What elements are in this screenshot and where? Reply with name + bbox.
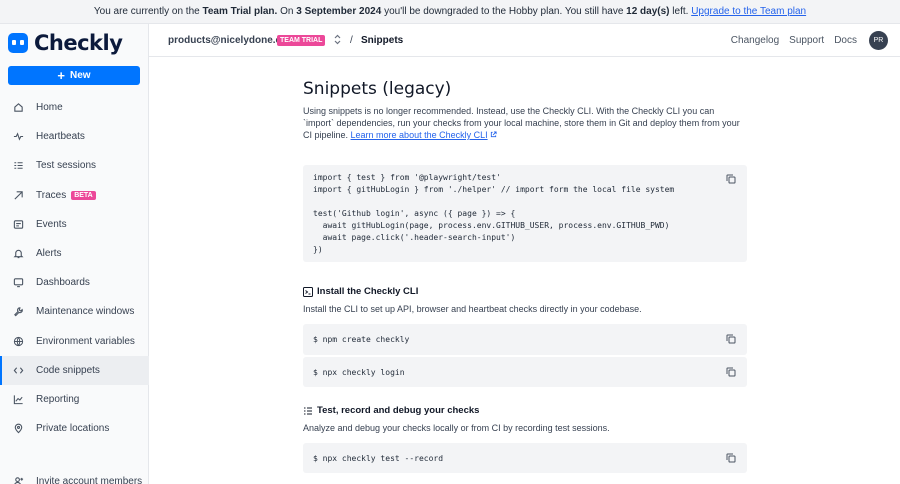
team-trial-badge: TEAM TRIAL — [277, 35, 326, 46]
banner-text-1: You are currently on the — [93, 6, 203, 17]
code-line: await gitHubLogin(page, process.env.GITH… — [313, 221, 670, 230]
sidebar-item-code-snippets[interactable]: Code snippets — [0, 355, 149, 386]
banner-text-2: On — [277, 6, 297, 17]
logo-text: Checkly — [34, 31, 123, 55]
code-line: await page.click('.header-search-input') — [313, 233, 516, 242]
test-description: Analyze and debug your checks locally or… — [303, 423, 610, 433]
banner-text-3: you'll be downgraded to the Hobby plan. … — [381, 6, 627, 17]
sidebar-item-label: Home — [36, 102, 63, 114]
top-bar: products@nicelydone.cl... TEAM TRIAL / S… — [149, 24, 900, 57]
add-user-icon — [12, 475, 24, 484]
sidebar-item-label: Heartbeats — [36, 131, 85, 143]
sidebar-item-dashboards[interactable]: Dashboards — [0, 268, 149, 297]
sidebar-item-events[interactable]: Events — [0, 210, 149, 239]
sidebar-item-label: Reporting — [36, 393, 80, 405]
install-title: Install the Checkly CLI — [317, 286, 419, 297]
invite-label: Invite account members — [36, 475, 143, 484]
sidebar-item-label: Events — [36, 218, 67, 230]
banner-days: 12 day(s) — [626, 6, 670, 17]
code-icon — [12, 364, 24, 376]
invite-members-link[interactable]: Invite account members — [12, 475, 142, 484]
traces-icon — [12, 189, 24, 201]
sidebar-item-reporting[interactable]: Reporting — [0, 385, 149, 414]
sidebar-item-alerts[interactable]: Alerts — [0, 239, 149, 268]
banner-plan: Team Trial plan. — [202, 6, 278, 17]
sidebar-item-private-locations[interactable]: Private locations — [0, 414, 149, 443]
checkly-logo-icon — [8, 33, 28, 53]
breadcrumb-separator: / — [350, 35, 353, 46]
wrench-icon — [12, 306, 24, 318]
sidebar-item-test-sessions[interactable]: Test sessions — [0, 151, 149, 180]
copy-icon[interactable] — [726, 174, 736, 184]
banner-date: 3 September 2024 — [296, 6, 382, 17]
chart-icon — [12, 393, 24, 405]
sidebar-item-label: Maintenance windows — [36, 306, 135, 318]
copy-icon[interactable] — [726, 453, 736, 463]
plus-icon: + — [57, 68, 66, 83]
sidebar-item-label: Test sessions — [36, 160, 97, 172]
sidebar-item-label: Environment variables — [36, 335, 135, 347]
sidebar-item-environment-variables[interactable]: Environment variables — [0, 327, 149, 356]
sidebar-item-label: Dashboards — [36, 277, 90, 289]
top-links: Changelog Support Docs PR — [731, 31, 888, 50]
test-sessions-icon — [12, 160, 24, 172]
command-text: $ npx checkly login — [313, 367, 405, 377]
monitor-icon — [12, 277, 24, 289]
sidebar-item-maintenance-windows[interactable]: Maintenance windows — [0, 297, 149, 326]
sidebar-item-label: Private locations — [36, 423, 110, 435]
code-line: test('Github login', async ({ page }) =>… — [313, 209, 516, 218]
changelog-link[interactable]: Changelog — [731, 35, 779, 46]
code-line: import { test } from '@playwright/test' — [313, 173, 501, 182]
sidebar-item-home[interactable]: Home — [0, 93, 149, 122]
copy-icon[interactable] — [726, 367, 736, 377]
banner-text-4: left. — [669, 6, 692, 17]
command-block: $ npx checkly login — [303, 357, 747, 387]
terminal-icon — [303, 286, 313, 297]
trial-banner: You are currently on the Team Trial plan… — [0, 0, 900, 24]
external-link-icon — [490, 130, 497, 140]
breadcrumb-current: Snippets — [361, 35, 404, 46]
command-text: $ npx checkly test --record — [313, 453, 444, 463]
sidebar-item-label: Alerts — [36, 248, 62, 260]
copy-icon[interactable] — [726, 334, 736, 344]
docs-link[interactable]: Docs — [834, 35, 857, 46]
learn-more-link[interactable]: Learn more about the Checkly CLI — [351, 130, 488, 140]
test-record-heading: Test, record and debug your checks — [303, 405, 479, 416]
account-switcher[interactable]: products@nicelydone.cl... — [168, 35, 292, 46]
sidebar: Checkly + New Home Heartbeats Test sessi… — [0, 24, 149, 484]
install-description: Install the CLI to set up API, browser a… — [303, 304, 642, 314]
chevron-up-down-icon[interactable] — [333, 34, 342, 48]
checkly-logo[interactable]: Checkly — [8, 30, 123, 56]
page-title: Snippets (legacy) — [303, 79, 452, 99]
code-line: import { gitHubLogin } from './helper' /… — [313, 185, 675, 194]
events-icon — [12, 218, 24, 230]
new-button[interactable]: + New — [8, 66, 140, 85]
command-block: $ npx checkly test --record — [303, 443, 747, 473]
sidebar-item-heartbeats[interactable]: Heartbeats — [0, 122, 149, 151]
sidebar-nav: Home Heartbeats Test sessions Traces BET… — [0, 93, 149, 443]
code-snippet-block: import { test } from '@playwright/test' … — [303, 165, 747, 262]
intro-paragraph: Using snippets is no longer recommended.… — [303, 105, 747, 141]
beta-badge: BETA — [71, 190, 96, 200]
test-list-icon — [303, 406, 313, 416]
location-pin-icon — [12, 423, 24, 435]
home-icon — [12, 102, 24, 114]
new-button-label: New — [70, 70, 91, 81]
sidebar-item-label: Code snippets — [36, 364, 100, 376]
avatar[interactable]: PR — [869, 31, 888, 50]
globe-icon — [12, 335, 24, 347]
install-cli-heading: Install the Checkly CLI — [303, 286, 418, 297]
test-title: Test, record and debug your checks — [317, 405, 480, 416]
command-text: $ npm create checkly — [313, 335, 410, 344]
sidebar-item-label: Traces — [36, 189, 67, 201]
bell-icon — [12, 248, 24, 260]
code-snippet: import { test } from '@playwright/test' … — [303, 165, 747, 256]
sidebar-item-traces[interactable]: Traces BETA — [0, 181, 149, 210]
command-block: $ npm create checkly — [303, 324, 747, 355]
upgrade-link[interactable]: Upgrade to the Team plan — [691, 6, 806, 17]
code-line: }) — [313, 245, 323, 254]
support-link[interactable]: Support — [789, 35, 824, 46]
heartbeat-icon — [12, 131, 24, 143]
